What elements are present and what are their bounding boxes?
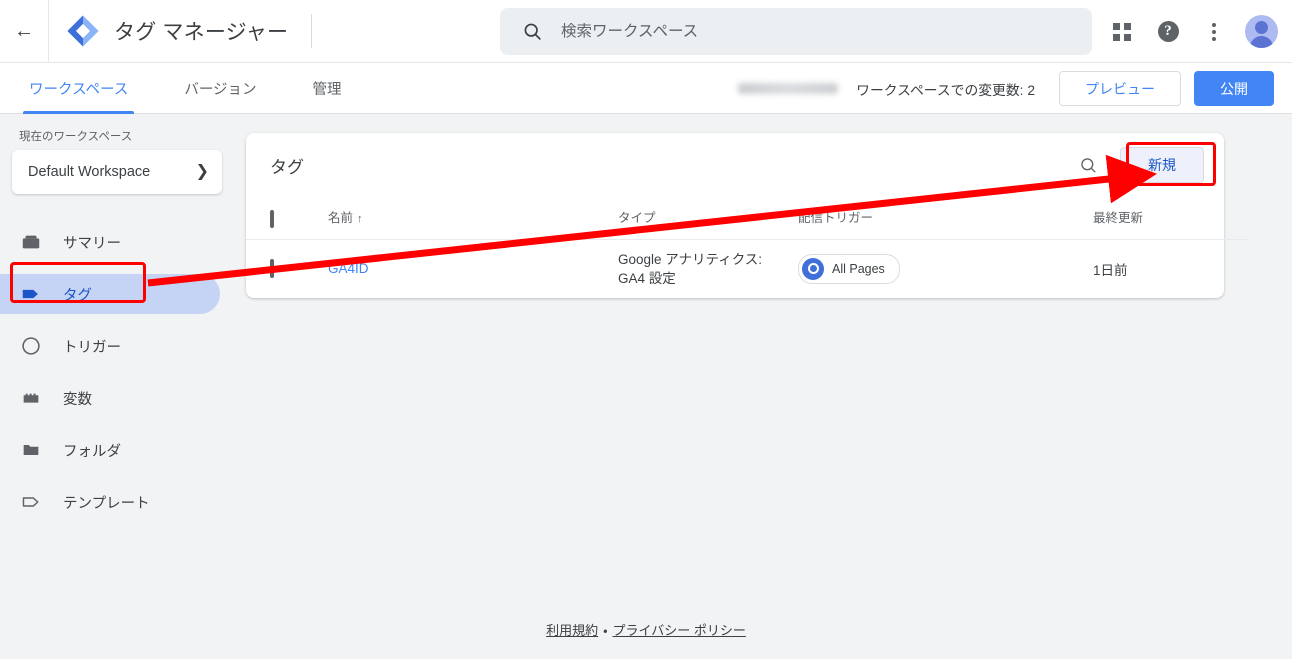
- table-row[interactable]: GA4ID Google アナリティクス: GA4 設定 All Pages 1…: [246, 239, 1248, 298]
- sidebar-item-variable[interactable]: 変数: [0, 378, 220, 418]
- chevron-right-icon: ❯: [195, 163, 209, 180]
- trigger-chip-label: All Pages: [832, 261, 885, 276]
- search-icon[interactable]: [1079, 156, 1098, 175]
- sidebar-nav: サマリー タグ トリガー 変数 フォルダ テンプレート: [0, 222, 246, 522]
- search-icon: [522, 21, 543, 42]
- apps-grid-icon: [1113, 22, 1131, 41]
- trigger-icon: [20, 335, 42, 357]
- sidebar-item-folder-label: フォルダ: [63, 443, 121, 460]
- avatar[interactable]: [1245, 15, 1278, 48]
- apps-button[interactable]: [1099, 9, 1145, 55]
- sidebar-item-tag[interactable]: タグ: [0, 274, 220, 314]
- row-name-cell: GA4ID: [328, 239, 618, 298]
- sort-ascending-icon: ↑: [357, 212, 363, 225]
- preview-button[interactable]: プレビュー: [1059, 71, 1181, 106]
- main-content: タグ 新規 名前 ↑ タイプ 配信トリガー 最終更新 GA4ID Google …: [246, 114, 1292, 659]
- sidebar-item-summary-label: サマリー: [63, 235, 121, 252]
- column-header-trigger[interactable]: 配信トリガー: [798, 197, 1093, 239]
- tab-admin[interactable]: 管理: [307, 63, 348, 114]
- brand-area: タグ マネージャー: [49, 14, 486, 48]
- avatar-body: [1250, 36, 1273, 48]
- help-circle-icon: ?: [1157, 21, 1179, 42]
- tab-bar-actions: ワークスペースでの変更数: 2 プレビュー 公開: [738, 63, 1274, 114]
- tags-card-header: タグ 新規: [246, 133, 1224, 197]
- sidebar-item-template-label: テンプレート: [63, 495, 150, 512]
- row-checkbox[interactable]: [270, 259, 274, 278]
- sidebar-item-folder[interactable]: フォルダ: [0, 430, 220, 470]
- workspace-changes-count: ワークスペースでの変更数: 2: [856, 82, 1035, 98]
- search-input[interactable]: [561, 22, 1041, 41]
- publish-button[interactable]: 公開: [1194, 71, 1274, 106]
- column-header-name[interactable]: 名前 ↑: [328, 197, 618, 239]
- more-options-button[interactable]: [1191, 9, 1237, 55]
- tags-table: 名前 ↑ タイプ 配信トリガー 最終更新 GA4ID Google アナリティク…: [246, 197, 1248, 298]
- table-header-row: 名前 ↑ タイプ 配信トリガー 最終更新: [246, 197, 1248, 239]
- kebab-menu-icon: [1212, 22, 1216, 41]
- tab-admin-label: 管理: [312, 82, 342, 98]
- row-updated-cell: 1日前: [1093, 262, 1128, 278]
- back-arrow-icon: ←: [14, 20, 34, 42]
- new-tag-button[interactable]: 新規: [1120, 147, 1204, 183]
- footer: 利用規約・プライバシー ポリシー: [0, 620, 1292, 639]
- app-header: ← タグ マネージャー 検索ワークスペース ?: [0, 0, 1292, 63]
- sidebar-item-tag-label: タグ: [63, 287, 92, 304]
- row-type-cell: Google アナリティクス: GA4 設定: [618, 239, 798, 298]
- column-header-type[interactable]: タイプ: [618, 197, 798, 239]
- footer-separator: ・: [603, 623, 608, 638]
- column-header-name-label: 名前: [328, 210, 354, 225]
- privacy-link[interactable]: プライバシー ポリシー: [613, 623, 746, 638]
- avatar-head: [1255, 21, 1268, 34]
- select-all-checkbox[interactable]: [270, 209, 274, 228]
- tab-bar: ワークスペース バージョン 管理 ワークスペースでの変更数: 2 プレビュー 公…: [0, 63, 1292, 114]
- sidebar-item-summary[interactable]: サマリー: [0, 222, 220, 262]
- workspace-selector[interactable]: Default Workspace ❯: [12, 150, 222, 194]
- tab-list: ワークスペース バージョン 管理: [23, 63, 392, 114]
- header-separator: [311, 14, 313, 48]
- tags-card: タグ 新規 名前 ↑ タイプ 配信トリガー 最終更新 GA4ID Google …: [246, 133, 1248, 298]
- masked-workspace-id: [738, 83, 839, 94]
- tag-type-line2: GA4 設定: [618, 270, 676, 286]
- back-button[interactable]: ←: [0, 0, 48, 63]
- tab-versions[interactable]: バージョン: [178, 63, 262, 114]
- header-actions: ?: [1099, 0, 1278, 63]
- trigger-circle-icon: [802, 257, 824, 280]
- workspace-name: Default Workspace: [28, 164, 151, 180]
- row-select-cell: [246, 239, 328, 298]
- tab-workspace-label: ワークスペース: [29, 82, 129, 98]
- variable-icon: [20, 387, 42, 409]
- app-title: タグ マネージャー: [114, 21, 289, 44]
- template-icon: [20, 491, 42, 513]
- sidebar-item-trigger[interactable]: トリガー: [0, 326, 220, 366]
- summary-icon: [20, 231, 42, 253]
- tag-name-link[interactable]: GA4ID: [328, 261, 369, 276]
- global-search[interactable]: [500, 8, 1092, 55]
- sidebar-item-variable-label: 変数: [63, 391, 92, 408]
- current-workspace-label: 現在のワークスペース: [19, 131, 133, 143]
- sidebar-item-template[interactable]: テンプレート: [0, 482, 220, 522]
- tab-versions-label: バージョン: [184, 82, 257, 98]
- tag-type-line1: Google アナリティクス:: [618, 251, 763, 267]
- column-header-updated[interactable]: 最終更新: [1093, 197, 1248, 239]
- trigger-ring: [807, 263, 819, 274]
- tag-icon: [20, 283, 42, 305]
- trigger-chip[interactable]: All Pages: [798, 253, 900, 284]
- page-title: タグ: [270, 157, 304, 177]
- tags-table-head: 名前 ↑ タイプ 配信トリガー 最終更新: [246, 197, 1248, 239]
- select-all-header: [246, 197, 328, 239]
- tab-workspace[interactable]: ワークスペース: [23, 63, 135, 114]
- folder-icon: [20, 439, 42, 461]
- help-button[interactable]: ?: [1145, 9, 1191, 55]
- tags-card-actions: 新規: [1079, 147, 1204, 183]
- tags-table-body: GA4ID Google アナリティクス: GA4 設定 All Pages 1…: [246, 239, 1248, 298]
- sidebar: 現在のワークスペース Default Workspace ❯ サマリー タグ ト…: [0, 114, 246, 659]
- row-trigger-cell: All Pages: [798, 239, 1093, 298]
- terms-link[interactable]: 利用規約: [546, 623, 598, 638]
- sidebar-item-trigger-label: トリガー: [63, 339, 121, 356]
- google-tag-manager-logo: [66, 14, 100, 48]
